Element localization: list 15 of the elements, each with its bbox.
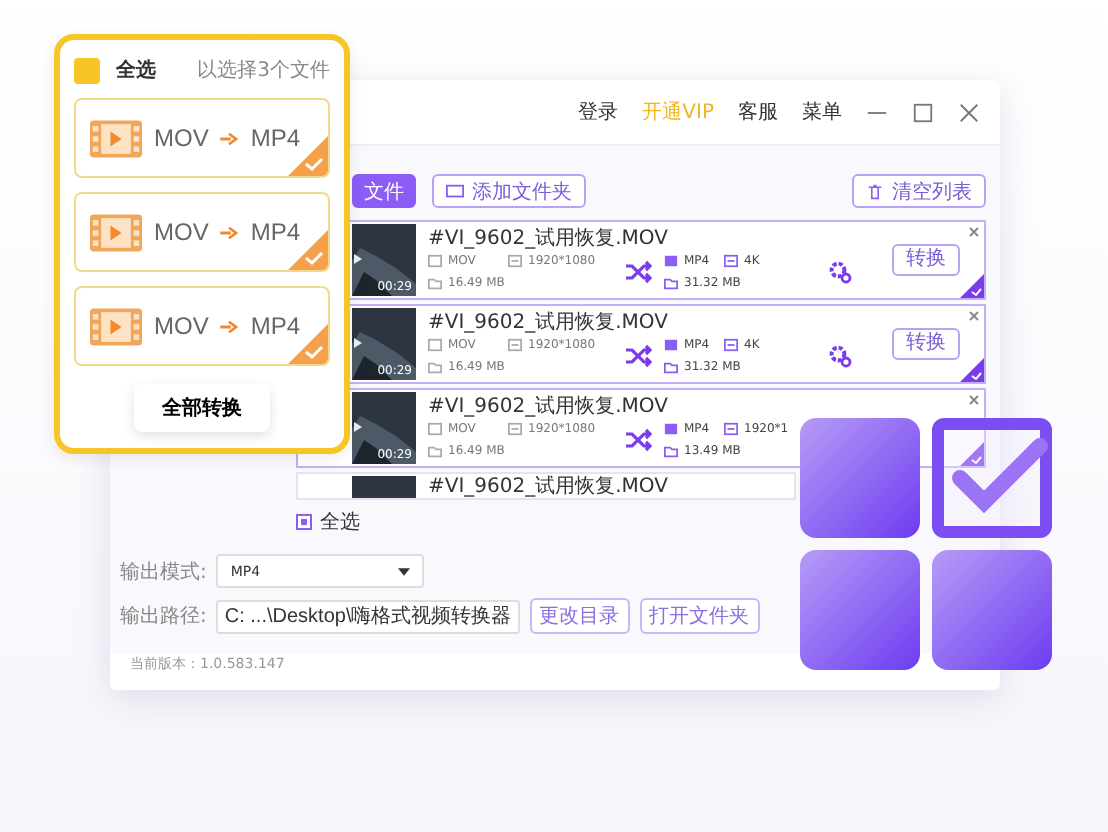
select-all-label: 全选 (320, 509, 360, 536)
target-format: MP4 (250, 218, 301, 246)
target-format: MP4 (250, 124, 301, 152)
select-all-label: 全选 (116, 57, 156, 84)
file-name: #VI_9602_试用恢复.MOV (428, 476, 668, 498)
file-name: #VI_9602_试用恢复.MOV (428, 395, 668, 419)
output-path-label: 输出路径: (120, 603, 207, 630)
source-format: MOV (154, 312, 209, 340)
source-format: MOV (154, 124, 209, 152)
source-format: MOV (154, 218, 209, 246)
output-format-label: 输出模式: (120, 559, 207, 585)
selection-count: 以选择3个文件 (197, 57, 330, 84)
file-name: #VI_9602_试用恢复.MOV (428, 311, 668, 335)
file-name: #VI_9602_试用恢复.MOV (428, 227, 668, 251)
target-format: MP4 (250, 312, 301, 340)
